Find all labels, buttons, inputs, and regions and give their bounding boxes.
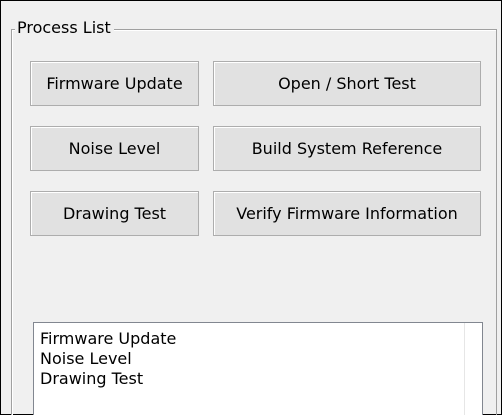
process-window: Process List Firmware Update Open / Shor… <box>0 0 502 415</box>
list-item[interactable]: Noise Level <box>40 349 482 369</box>
firmware-update-button[interactable]: Firmware Update <box>30 61 199 106</box>
open-short-test-button[interactable]: Open / Short Test <box>213 61 481 106</box>
verify-firmware-information-button[interactable]: Verify Firmware Information <box>213 191 481 236</box>
drawing-test-button[interactable]: Drawing Test <box>30 191 199 236</box>
process-listbox[interactable]: Firmware Update Noise Level Drawing Test <box>33 322 483 415</box>
build-system-reference-button[interactable]: Build System Reference <box>213 126 481 171</box>
list-item[interactable]: Drawing Test <box>40 369 482 389</box>
list-scrollbar[interactable] <box>464 323 482 415</box>
list-item[interactable]: Firmware Update <box>40 329 482 349</box>
process-list-title: Process List <box>15 18 114 38</box>
noise-level-button[interactable]: Noise Level <box>30 126 199 171</box>
